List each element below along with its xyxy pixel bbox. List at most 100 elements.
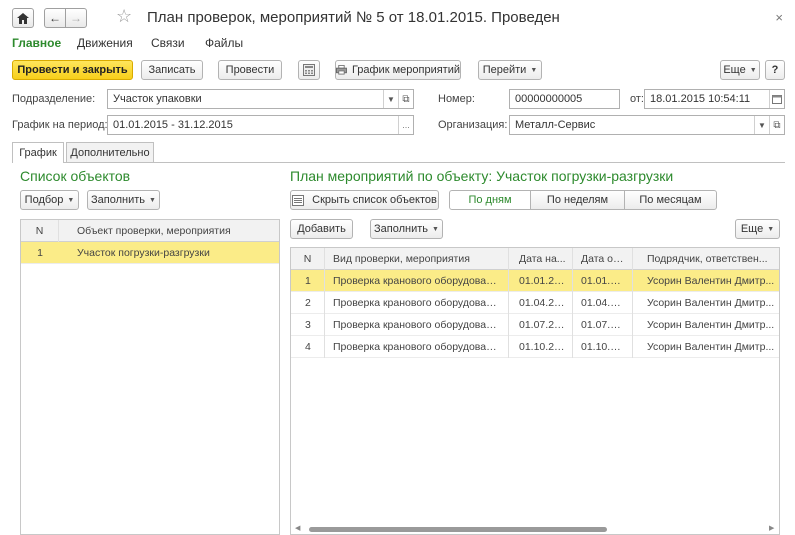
row-contractor: Усорин Валентин Дмитр... xyxy=(647,319,775,331)
horizontal-scrollbar-thumb[interactable] xyxy=(309,527,607,532)
tab-additional[interactable]: Дополнительно xyxy=(66,142,154,162)
division-value: Участок упаковки xyxy=(113,93,202,105)
events-more-label: Еще xyxy=(740,223,764,235)
period-field[interactable]: 01.01.2015 - 31.12.2015 xyxy=(107,115,414,135)
column-header-n[interactable]: N xyxy=(21,220,59,242)
section-movements[interactable]: Движения xyxy=(77,36,133,50)
scroll-right-icon[interactable]: ▶ xyxy=(769,524,774,532)
column-header-contractor[interactable]: Подрядчик, ответствен... xyxy=(633,248,779,270)
column-header-n[interactable]: N xyxy=(291,248,325,270)
objects-fill-button[interactable]: Заполнить ▼ xyxy=(87,190,160,210)
row-contractor: Усорин Валентин Дмитр... xyxy=(647,297,775,309)
column-header-kind[interactable]: Вид проверки, мероприятия xyxy=(325,248,509,270)
row-start-date: 01.01.20... xyxy=(509,270,573,292)
row-number: 3 xyxy=(291,314,325,336)
column-header-end-date[interactable]: Дата ок... xyxy=(573,248,633,270)
row-start-date: 01.10.20... xyxy=(509,336,573,358)
favorite-star-icon[interactable]: ☆ xyxy=(116,6,132,27)
dropdown-arrow-icon: ▼ xyxy=(530,66,538,74)
row-contractor: Усорин Валентин Дмитр... xyxy=(647,275,775,287)
row-start-date: 01.04.20... xyxy=(509,292,573,314)
more-menu-button[interactable]: Еще ▼ xyxy=(720,60,760,80)
write-button[interactable]: Записать xyxy=(141,60,203,80)
tab-schedule[interactable]: График xyxy=(12,142,64,163)
arrow-left-icon: ← xyxy=(49,11,61,25)
close-icon[interactable]: × xyxy=(775,10,783,25)
section-main[interactable]: Главное xyxy=(12,36,61,50)
printer-icon xyxy=(336,65,347,75)
post-and-close-button[interactable]: Провести и закрыть xyxy=(12,60,133,80)
column-header-start-date[interactable]: Дата на... xyxy=(509,248,573,270)
table-row[interactable]: 2 Проверка кранового оборудования 01.04.… xyxy=(291,292,779,314)
more-label: Еще xyxy=(723,64,746,76)
events-fill-button[interactable]: Заполнить ▼ xyxy=(370,219,443,239)
section-files[interactable]: Файлы xyxy=(205,36,243,50)
date-value: 18.01.2015 10:54:11 xyxy=(650,93,751,105)
hide-objects-button[interactable]: Скрыть список объектов xyxy=(290,190,439,210)
table-row[interactable]: 1 Проверка кранового оборудования 01.01.… xyxy=(291,270,779,292)
row-number: 1 xyxy=(37,247,43,259)
row-number: 1 xyxy=(291,270,325,292)
arrow-right-icon: → xyxy=(70,11,82,25)
post-button[interactable]: Провести xyxy=(218,60,282,80)
objects-table-header: N Объект проверки, мероприятия xyxy=(21,220,279,242)
goto-label: Перейти xyxy=(482,64,527,76)
view-by-months-button[interactable]: По месяцам xyxy=(624,190,717,210)
column-header-object[interactable]: Объект проверки, мероприятия xyxy=(59,220,279,242)
division-open-button[interactable]: ⧉ xyxy=(398,90,413,108)
goto-menu-button[interactable]: Перейти ▼ xyxy=(478,60,542,80)
schedule-events-button[interactable]: График мероприятий xyxy=(335,60,461,80)
dropdown-arrow-icon: ▼ xyxy=(67,196,75,204)
pick-button[interactable]: Подбор ▼ xyxy=(20,190,79,210)
schedule-events-label: График мероприятий xyxy=(351,64,460,76)
home-button[interactable] xyxy=(12,8,34,28)
calculator-button[interactable] xyxy=(298,60,320,80)
organization-value: Металл-Сервис xyxy=(515,119,596,131)
dropdown-arrow-icon: ▼ xyxy=(749,66,757,74)
table-row[interactable]: 1 Участок погрузки-разгрузки xyxy=(21,242,279,264)
number-label: Номер: xyxy=(438,93,475,105)
row-number: 2 xyxy=(291,292,325,314)
row-end-date: 01.10.20... xyxy=(573,336,633,358)
help-button[interactable]: ? xyxy=(765,60,785,80)
scroll-left-icon[interactable]: ◀ xyxy=(295,524,300,532)
objects-list-title: Список объектов xyxy=(20,168,131,184)
add-button[interactable]: Добавить xyxy=(290,219,353,239)
row-end-date: 01.01.20... xyxy=(573,270,633,292)
division-field[interactable]: Участок упаковки xyxy=(107,89,414,109)
forward-button[interactable]: → xyxy=(65,8,87,28)
number-field[interactable]: 00000000005 xyxy=(509,89,620,109)
division-dropdown-button[interactable]: ▼ xyxy=(383,90,398,108)
table-row[interactable]: 3 Проверка кранового оборудования 01.07.… xyxy=(291,314,779,336)
calendar-button[interactable] xyxy=(769,90,784,108)
view-by-days-button[interactable]: По дням xyxy=(449,190,531,210)
organization-dropdown-button[interactable]: ▼ xyxy=(754,116,769,134)
period-select-button[interactable]: … xyxy=(398,116,413,134)
back-button[interactable]: ← xyxy=(44,8,66,28)
events-plan-title: План мероприятий по объекту: Участок пог… xyxy=(290,168,674,184)
organization-field[interactable]: Металл-Сервис xyxy=(509,115,785,135)
period-value: 01.01.2015 - 31.12.2015 xyxy=(113,119,233,131)
row-end-date: 01.04.20... xyxy=(573,292,633,314)
objects-fill-label: Заполнить xyxy=(91,194,146,206)
date-field[interactable]: 18.01.2015 10:54:11 xyxy=(644,89,785,109)
home-icon xyxy=(17,12,29,24)
dropdown-arrow-icon: ▼ xyxy=(767,225,775,233)
organization-label: Организация: xyxy=(438,119,508,131)
objects-table[interactable]: N Объект проверки, мероприятия 1 Участок… xyxy=(20,219,280,535)
dropdown-arrow-icon: ▼ xyxy=(149,196,156,204)
dropdown-arrow-icon: ▼ xyxy=(432,225,439,233)
calendar-icon xyxy=(772,94,782,104)
section-links[interactable]: Связи xyxy=(151,36,185,50)
view-by-weeks-button[interactable]: По неделям xyxy=(530,190,625,210)
events-fill-label: Заполнить xyxy=(374,223,429,235)
organization-open-button[interactable]: ⧉ xyxy=(769,116,784,134)
hide-objects-label: Скрыть список объектов xyxy=(312,194,437,206)
row-start-date: 01.07.20... xyxy=(509,314,573,336)
division-label: Подразделение: xyxy=(12,93,96,105)
window-title: План проверок, мероприятий № 5 от 18.01.… xyxy=(147,9,560,26)
table-row[interactable]: 4 Проверка кранового оборудования 01.10.… xyxy=(291,336,779,358)
row-end-date: 01.07.20... xyxy=(573,314,633,336)
events-table[interactable]: N Вид проверки, мероприятия Дата на... Д… xyxy=(290,247,780,535)
events-more-button[interactable]: Еще ▼ xyxy=(735,219,780,239)
